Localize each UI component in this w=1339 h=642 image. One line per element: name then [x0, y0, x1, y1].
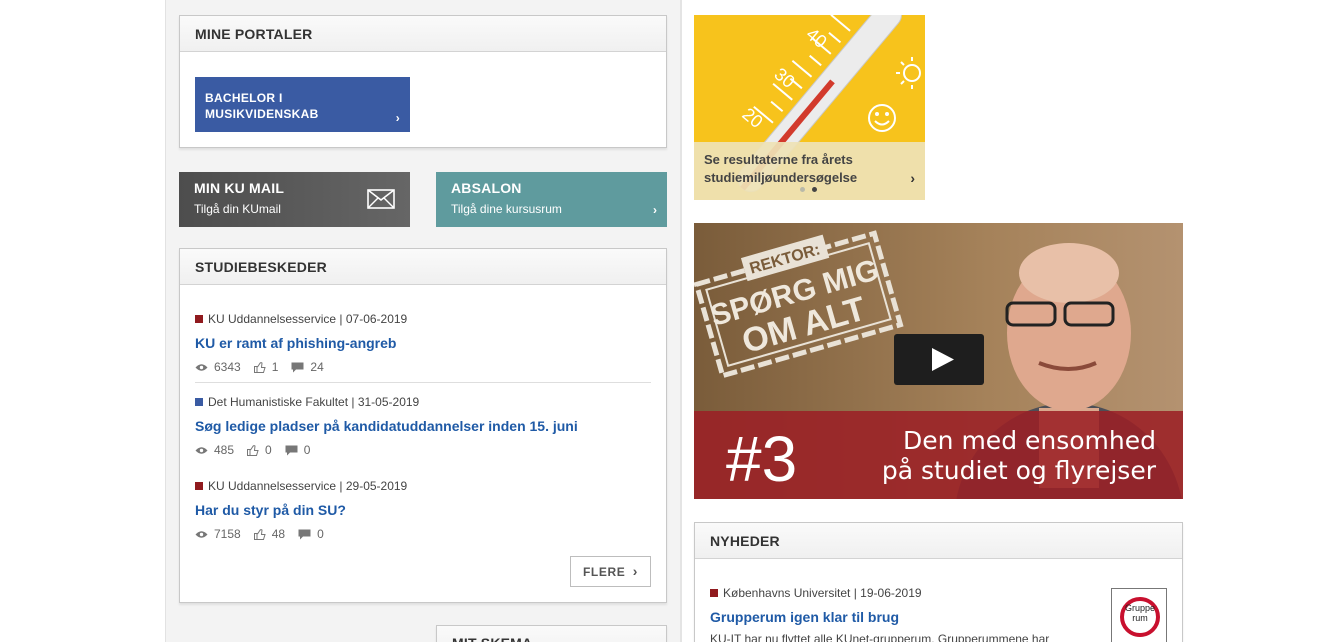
study-messages-panel: STUDIEBESKEDER KU Uddannelsesservice | 0… — [179, 248, 667, 603]
play-icon — [932, 348, 954, 371]
portal-bachelor-label: BACHELOR I MUSIKVIDENSKAB — [205, 91, 319, 121]
absalon-tile[interactable]: ABSALON Tilgå dine kursusrum › — [436, 172, 667, 227]
sun-icon — [896, 57, 921, 89]
news-source: Københavns Universitet | 19-06-2019 — [723, 586, 922, 600]
episode-caption: Den med ensomhed — [903, 426, 1156, 455]
news-thumbnail[interactable]: Gruppe rum — [1111, 588, 1167, 642]
likes-count: 48 — [271, 527, 286, 541]
message-title-link[interactable]: Søg ledige pladser på kandidatuddannelse… — [195, 418, 651, 434]
portal-bachelor-button[interactable]: BACHELOR I MUSIKVIDENSKAB › — [195, 77, 410, 132]
promo-caption: Se resultaterne fra årets studiemiljøund… — [704, 152, 858, 185]
envelope-icon — [367, 189, 395, 209]
message-source: KU Uddannelsesservice | 29-05-2019 — [208, 479, 408, 493]
news-snippet: KU-IT har nu flyttet alle KUnet-grupperu… — [710, 632, 1050, 642]
absalon-title: ABSALON — [451, 180, 522, 196]
study-messages-title: STUDIEBESKEDER — [180, 249, 666, 285]
schedule-panel: MIT SKEMA — [436, 625, 667, 642]
chevron-right-icon: › — [395, 111, 400, 125]
thumbs-up-icon — [253, 361, 266, 373]
comments-count: 24 — [310, 360, 324, 374]
category-marker — [195, 315, 203, 323]
news-title: NYHEDER — [695, 523, 1182, 559]
slider-dots — [800, 187, 817, 192]
episode-caption: på studiet og flyrejser — [882, 456, 1157, 485]
chevron-right-icon: › — [910, 170, 915, 186]
rector-video[interactable]: REKTOR: SPØRG MIG OM ALT #3 Den med enso… — [694, 223, 1183, 499]
comments-count: 0 — [303, 443, 311, 457]
news-title-link[interactable]: Grupperum igen klar til brug — [710, 609, 1100, 625]
scale-label: 30 — [770, 64, 798, 92]
slider-dot[interactable] — [800, 187, 805, 192]
more-button[interactable]: FLERE › — [570, 556, 651, 587]
survey-promo-slider[interactable]: 40 30 20 Se resultaterne fra årets studi… — [694, 15, 925, 200]
episode-number: #3 — [726, 423, 797, 495]
views-count: 6343 — [214, 360, 241, 374]
news-item: Københavns Universitet | 19-06-2019 Grup… — [710, 586, 1100, 642]
eye-icon — [195, 363, 208, 371]
mail-subtitle: Tilgå din KUmail — [194, 202, 281, 216]
message-title-link[interactable]: Har du styr på din SU? — [195, 502, 651, 518]
category-marker — [710, 589, 718, 597]
news-panel: NYHEDER Københavns Universitet | 19-06-2… — [694, 522, 1183, 642]
comment-icon — [285, 445, 298, 455]
mail-tile[interactable]: MIN KU MAIL Tilgå din KUmail — [179, 172, 410, 227]
eye-icon — [195, 530, 208, 538]
likes-count: 1 — [271, 360, 279, 374]
message-source: Det Humanistiske Fakultet | 31-05-2019 — [208, 395, 420, 409]
chevron-right-icon: › — [653, 203, 657, 217]
thumbs-up-icon — [247, 444, 259, 456]
comments-count: 0 — [317, 527, 324, 541]
divider — [195, 382, 651, 383]
category-marker — [195, 398, 203, 406]
slider-dot-active[interactable] — [812, 187, 817, 192]
list-item: Det Humanistiske Fakultet | 31-05-2019 S… — [195, 395, 651, 457]
scale-label: 20 — [738, 104, 766, 132]
more-label: FLERE — [583, 565, 626, 579]
list-item: KU Uddannelsesservice | 29-05-2019 Har d… — [195, 479, 651, 541]
portals-panel: MINE PORTALER BACHELOR I MUSIKVIDENSKAB … — [179, 15, 667, 148]
smiley-icon — [868, 104, 896, 132]
comment-icon — [291, 362, 304, 372]
comment-icon — [298, 529, 311, 539]
scale-label: 40 — [802, 24, 830, 52]
views-count: 485 — [214, 443, 235, 457]
likes-count: 0 — [265, 443, 272, 457]
thumbs-up-icon — [253, 528, 266, 540]
thumbnail-label: Gruppe rum — [1124, 603, 1156, 623]
schedule-title: MIT SKEMA — [437, 626, 666, 642]
play-button[interactable] — [894, 334, 984, 385]
portals-title: MINE PORTALER — [180, 16, 666, 52]
category-marker — [195, 482, 203, 490]
list-item: KU Uddannelsesservice | 07-06-2019 KU er… — [195, 312, 651, 374]
views-count: 7158 — [214, 527, 241, 541]
message-source: KU Uddannelsesservice | 07-06-2019 — [208, 312, 408, 326]
eye-icon — [195, 446, 208, 454]
absalon-subtitle: Tilgå dine kursusrum — [451, 202, 562, 216]
chevron-right-icon: › — [632, 563, 638, 579]
mail-title: MIN KU MAIL — [194, 180, 285, 196]
message-title-link[interactable]: KU er ramt af phishing-angreb — [195, 335, 651, 351]
